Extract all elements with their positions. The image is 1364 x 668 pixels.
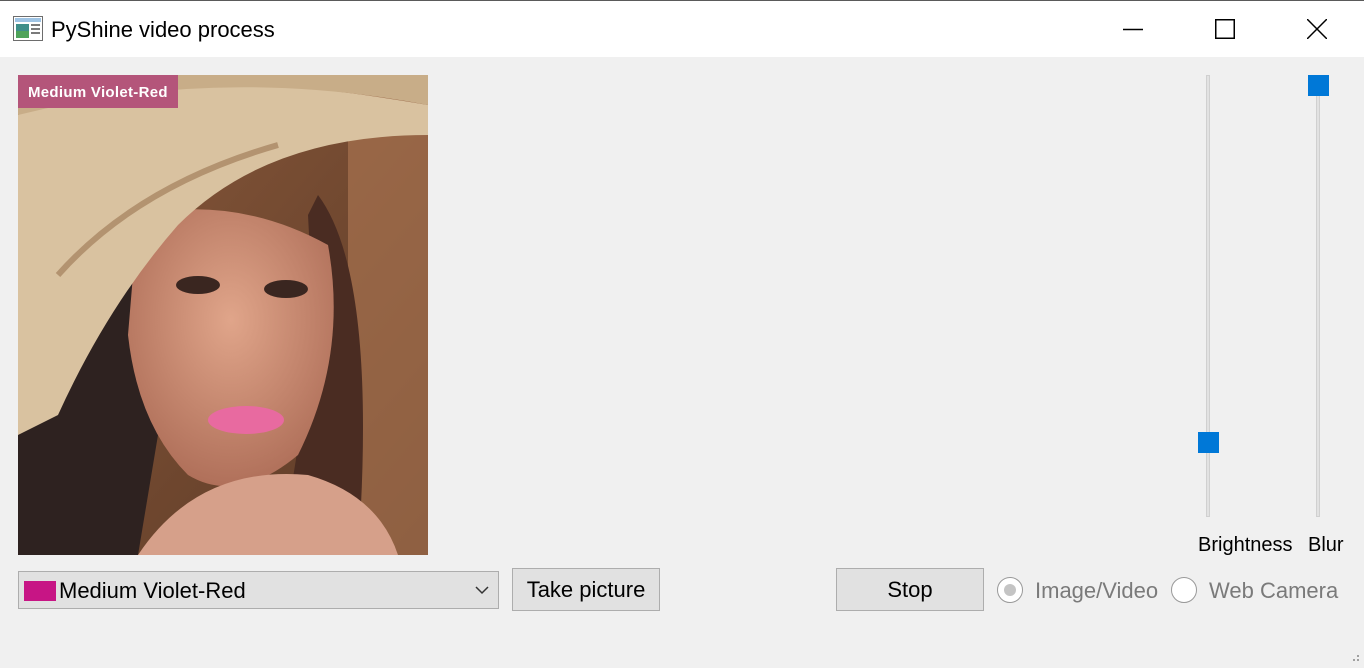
image-video-radio[interactable]	[997, 577, 1023, 603]
resize-grip-icon[interactable]	[1350, 654, 1360, 664]
color-select[interactable]: Medium Violet-Red	[18, 571, 499, 609]
brightness-slider-handle[interactable]	[1198, 432, 1219, 453]
close-button[interactable]	[1271, 1, 1363, 57]
stop-button[interactable]: Stop	[836, 568, 984, 611]
minimize-icon	[1123, 28, 1143, 31]
chevron-down-icon	[475, 586, 489, 595]
brightness-label: Brightness	[1198, 534, 1293, 556]
app-window-icon	[13, 16, 43, 41]
video-frame: Medium Violet-Red	[18, 75, 428, 555]
blur-slider-handle[interactable]	[1308, 75, 1329, 96]
title-bar: PyShine video process	[0, 0, 1364, 57]
close-icon	[1307, 19, 1327, 39]
web-camera-radio[interactable]	[1171, 577, 1197, 603]
image-video-label: Image/Video	[1035, 578, 1159, 603]
color-overlay-label: Medium Violet-Red	[18, 75, 178, 108]
maximize-icon	[1215, 19, 1235, 39]
blur-label: Blur	[1308, 534, 1344, 556]
window-title: PyShine video process	[51, 17, 275, 42]
radio-selected-dot	[1004, 584, 1016, 596]
blur-slider-track[interactable]	[1316, 75, 1320, 517]
color-swatch	[24, 581, 56, 601]
maximize-button[interactable]	[1179, 1, 1271, 57]
video-image	[18, 75, 428, 555]
web-camera-label: Web Camera	[1209, 578, 1339, 603]
color-select-value: Medium Violet-Red	[59, 578, 246, 603]
take-picture-button[interactable]: Take picture	[512, 568, 660, 611]
minimize-button[interactable]	[1087, 1, 1179, 57]
